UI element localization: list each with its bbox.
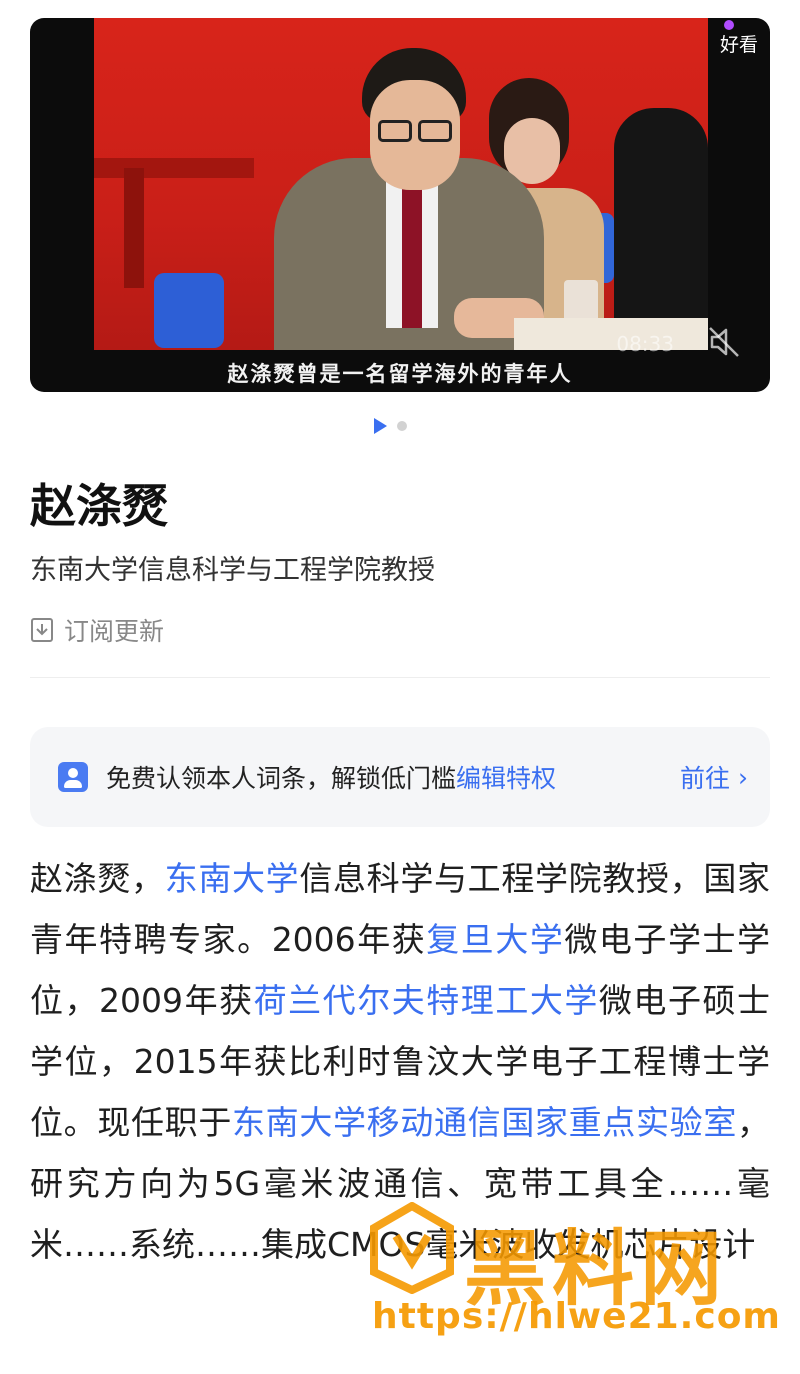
video-logo: 好看 — [719, 34, 758, 56]
watermark-url: https://hlwe21.com — [372, 1296, 781, 1337]
link-fudan-university[interactable]: 复旦大学 — [426, 920, 564, 959]
edit-privilege-link[interactable]: 编辑特权 — [456, 764, 556, 793]
subscribe-icon — [31, 618, 53, 642]
pager-dot[interactable] — [397, 421, 407, 431]
divider — [30, 677, 770, 678]
carousel-pager — [374, 418, 407, 434]
user-card-icon — [58, 762, 88, 792]
link-delft-university[interactable]: 荷兰代尔夫特理工大学 — [254, 981, 599, 1020]
claim-entry-banner[interactable]: 免费认领本人词条，解锁低门槛编辑特权 前往 › — [30, 727, 770, 827]
claim-go-label: 前往 — [679, 764, 730, 793]
profile-subtitle: 东南大学信息科学与工程学院教授 — [30, 555, 435, 586]
link-southeast-university[interactable]: 东南大学 — [165, 859, 300, 898]
claim-go-button[interactable]: 前往 › — [680, 759, 748, 795]
logo-dot-icon — [724, 20, 734, 30]
page-title: 赵涤燹 — [30, 479, 168, 533]
video-subtitle: 赵涤燹曾是一名留学海外的青年人 — [227, 362, 573, 386]
chevron-right-icon: › — [738, 762, 748, 792]
play-icon[interactable] — [374, 418, 387, 434]
mute-icon[interactable] — [706, 324, 742, 360]
link-mobile-comm-lab[interactable]: 东南大学移动通信国家重点实验室 — [232, 1103, 737, 1142]
video-player[interactable]: 好看 08:33 赵涤燹曾是一名留学海外的青年人 — [30, 18, 770, 392]
entry-summary: 赵涤燹，东南大学信息科学与工程学院教授，国家青年特聘专家。2006年获复旦大学微… — [30, 848, 770, 1275]
claim-text: 免费认领本人词条，解锁低门槛编辑特权 — [106, 764, 557, 793]
video-frame — [94, 18, 708, 350]
summary-text: 赵涤燹， — [30, 859, 165, 898]
video-timestamp: 08:33 — [616, 332, 674, 356]
subscribe-button[interactable]: 订阅更新 — [30, 612, 164, 648]
subscribe-label: 订阅更新 — [64, 617, 165, 646]
